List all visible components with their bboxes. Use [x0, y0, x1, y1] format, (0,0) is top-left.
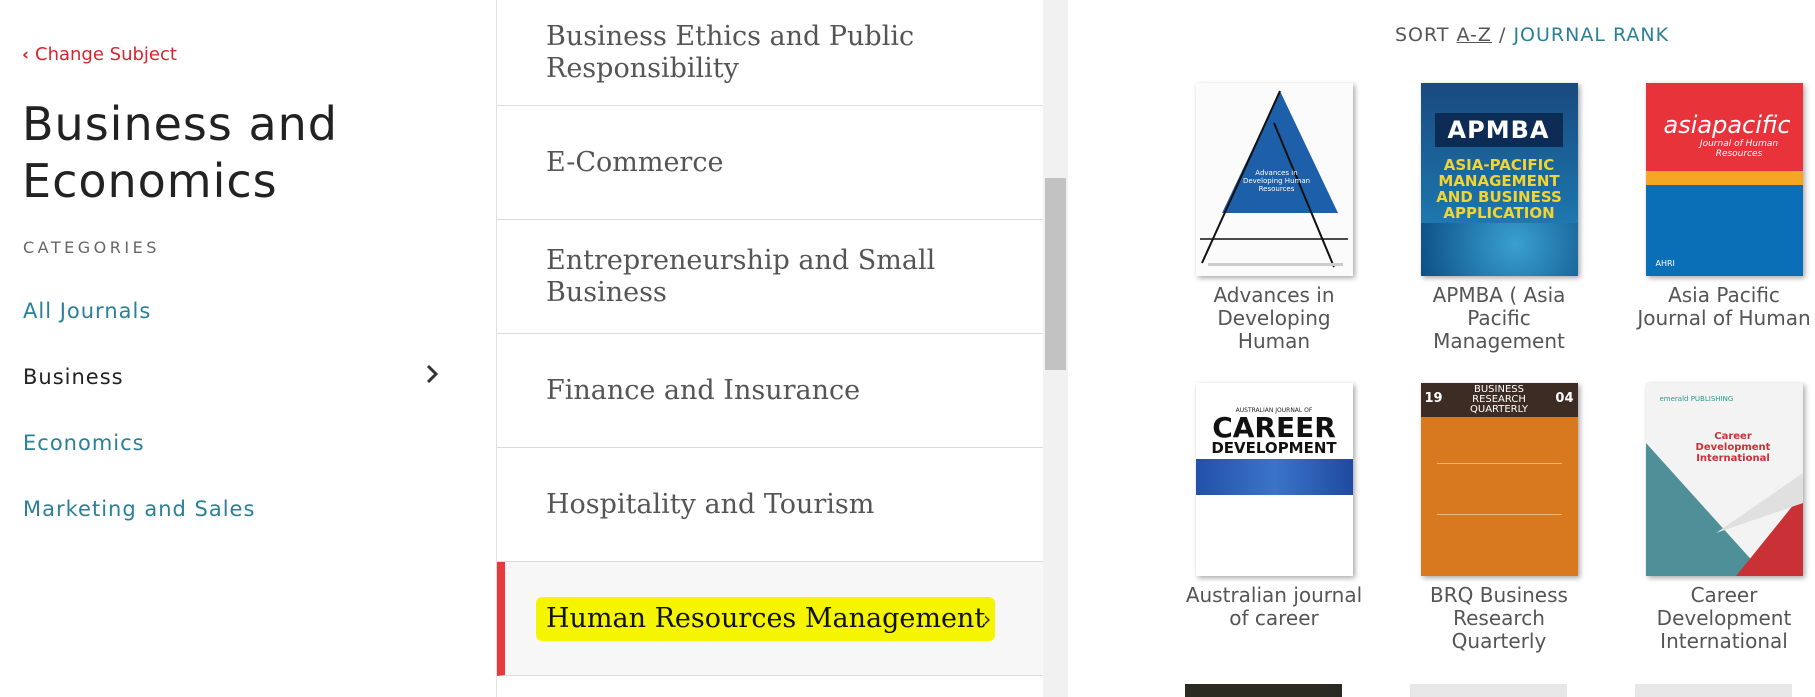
cover-map-image	[1420, 223, 1578, 276]
subject-title: Business and Economics	[22, 97, 339, 208]
cover-issue: 04	[1555, 391, 1574, 406]
cover-logo: asiapacific	[1663, 111, 1791, 139]
journal-cover: Advances in Developing Human Resources	[1195, 83, 1353, 276]
cover-subtitle: Journal of Human Resources	[1699, 139, 1779, 159]
journal-cover-partial[interactable]	[1635, 684, 1792, 697]
journal-card[interactable]: asiapacific Journal of Human Resources A…	[1634, 83, 1814, 330]
sort-az-link[interactable]: A-Z	[1457, 24, 1492, 46]
category-label: Economics	[23, 431, 145, 455]
cover-brand: emerald PUBLISHING	[1659, 395, 1734, 403]
journal-grid-panel: SORT A-Z / JOURNAL RANK Advances in Deve…	[1068, 0, 1815, 697]
cover-headline: ASIA-PACIFIC MANAGEMENT AND BUSINESS APP…	[1436, 156, 1562, 222]
journal-cover-partial[interactable]	[1185, 684, 1342, 697]
journal-cover: 19 04 BUSINESS RESEARCH QUARTERLY	[1420, 383, 1578, 576]
journal-card[interactable]: AUSTRALIAN JOURNAL OF CAREER DEVELOPMENT…	[1184, 383, 1364, 630]
subcategory-label: Entrepreneurship and Small Business	[546, 244, 936, 308]
journal-cover-partial[interactable]	[1410, 684, 1567, 697]
journal-title: Career Development International	[1656, 583, 1792, 653]
cover-big-title-2: DEVELOPMENT	[1211, 439, 1337, 457]
sort-journal-rank-link[interactable]: JOURNAL RANK	[1513, 24, 1669, 46]
journal-cover: asiapacific Journal of Human Resources A…	[1645, 83, 1803, 276]
journal-title: Advances in Developing Human	[1213, 283, 1335, 353]
change-subject-link[interactable]: ‹ Change Subject	[22, 44, 177, 65]
subcategory-label: Hospitality and Tourism	[546, 488, 875, 520]
cover-brush-stroke	[1195, 459, 1353, 495]
category-business[interactable]: Business	[23, 363, 443, 389]
cover-badge: AHRI	[1655, 259, 1675, 268]
subcategory-label: Finance and Insurance	[546, 374, 861, 406]
cover-headline: BUSINESS RESEARCH QUARTERLY	[1470, 384, 1528, 415]
journal-card[interactable]: emerald PUBLISHING Career Development In…	[1634, 383, 1814, 653]
cover-subtitle: Advances in Developing Human Resources	[1242, 169, 1311, 193]
subcategory-label: Business Ethics and Public Responsibilit…	[546, 20, 915, 84]
subcategory-finance-insurance[interactable]: Finance and Insurance	[497, 334, 1044, 448]
journal-title: Asia Pacific Journal of Human	[1637, 283, 1811, 330]
subcategory-hospitality-tourism[interactable]: Hospitality and Tourism	[497, 448, 1044, 562]
subcategory-list: Business Ethics and Public Responsibilit…	[496, 0, 1044, 697]
subcategory-e-commerce[interactable]: E-Commerce	[497, 106, 1044, 220]
scrollbar-thumb[interactable]	[1045, 178, 1066, 370]
categories-heading: CATEGORIES	[23, 238, 160, 257]
journal-cover: APMBA ASIA-PACIFIC MANAGEMENT AND BUSINE…	[1420, 83, 1578, 276]
category-all-journals[interactable]: All Journals	[23, 299, 443, 323]
category-economics[interactable]: Economics	[23, 431, 443, 455]
chevron-right-icon	[421, 363, 443, 385]
journal-cover: AUSTRALIAN JOURNAL OF CAREER DEVELOPMENT	[1195, 383, 1353, 576]
subcategory-label: Human Resources Management	[536, 596, 996, 641]
subcategory-entrepreneurship[interactable]: Entrepreneurship and Small Business	[497, 220, 1044, 334]
journal-card[interactable]: 19 04 BUSINESS RESEARCH QUARTERLY BRQ Bu…	[1409, 383, 1589, 653]
change-subject-label: Change Subject	[35, 44, 177, 65]
journal-card[interactable]: APMBA ASIA-PACIFIC MANAGEMENT AND BUSINE…	[1409, 83, 1589, 353]
subcategory-label: E-Commerce	[546, 146, 724, 178]
cover-headline: Career Development International	[1695, 431, 1771, 464]
scrollbar[interactable]	[1043, 0, 1068, 697]
sort-separator: /	[1499, 24, 1507, 46]
cover-logo: APMBA	[1434, 113, 1563, 147]
journal-title: Australian journal of career	[1185, 583, 1363, 630]
subcategory-business-ethics[interactable]: Business Ethics and Public Responsibilit…	[497, 0, 1044, 106]
journal-cover: emerald PUBLISHING Career Development In…	[1645, 383, 1803, 576]
category-label: Business	[23, 365, 124, 389]
journal-title: APMBA ( Asia Pacific Management	[1432, 283, 1566, 353]
category-label: Marketing and Sales	[23, 497, 256, 521]
chevron-right-icon: ›	[983, 606, 992, 631]
sort-label: SORT	[1395, 24, 1450, 46]
subject-panel: ‹ Change Subject Business and Economics …	[0, 0, 496, 697]
journal-title: BRQ Business Research Quarterly	[1430, 583, 1568, 653]
cover-volume: 19	[1424, 391, 1443, 406]
chevron-left-icon: ‹	[22, 44, 30, 65]
journal-card[interactable]: Advances in Developing Human Resources A…	[1184, 83, 1364, 353]
category-label: All Journals	[23, 299, 152, 323]
category-marketing-and-sales[interactable]: Marketing and Sales	[23, 497, 443, 521]
sort-bar: SORT A-Z / JOURNAL RANK	[1395, 24, 1669, 46]
subcategory-human-resources[interactable]: Human Resources Management ›	[497, 562, 1044, 676]
